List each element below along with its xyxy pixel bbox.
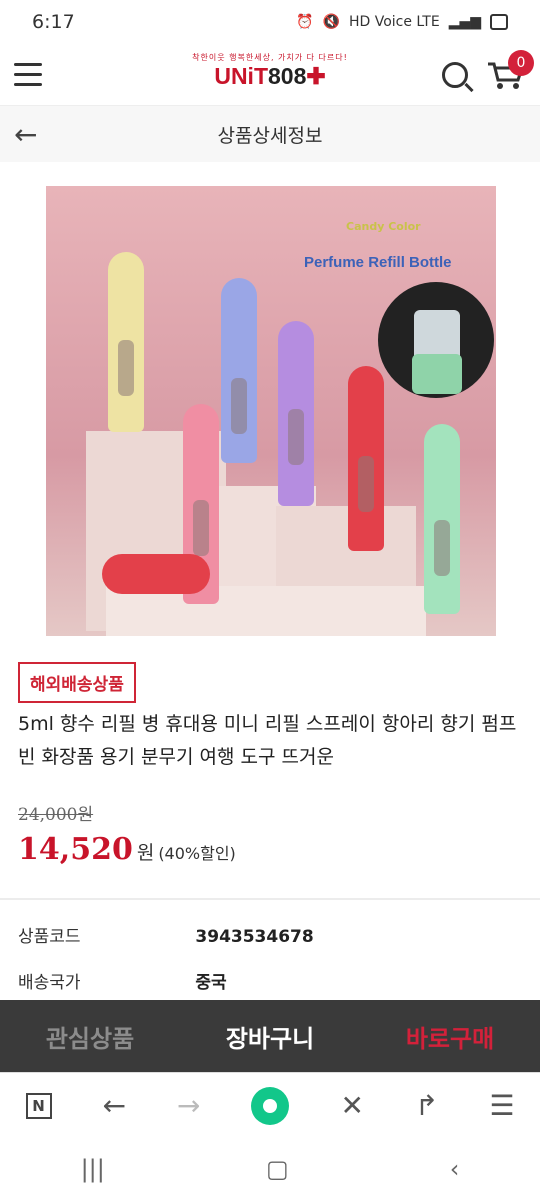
browser-menu-icon[interactable]: ☰ <box>489 1089 514 1122</box>
browser-toolbar: N ← → ✕ ↱ ☰ <box>0 1072 540 1138</box>
share-icon[interactable]: ↱ <box>415 1089 438 1122</box>
image-caption-small: Candy Color <box>346 220 421 233</box>
original-price: 24,000원 <box>18 805 94 825</box>
top-header: 착한이웃 행복한세상, 가치가 다 다르다! UNiT808✚ 0 <box>0 44 540 106</box>
status-bar: 6:17 ⏰ 🔇 HD Voice LTE ▂▄▆ <box>0 0 540 44</box>
site-logo[interactable]: 착한이웃 행복한세상, 가치가 다 다르다! UNiT808✚ <box>192 52 348 89</box>
overseas-shipping-badge: 해외배송상품 <box>18 662 136 703</box>
image-caption-main: Perfume Refill Bottle <box>304 254 452 271</box>
browser-forward-icon[interactable]: → <box>177 1089 200 1122</box>
spec-row-country: 배송국가 중국 <box>18 968 227 993</box>
recent-apps-icon[interactable]: ||| <box>81 1155 105 1183</box>
mute-icon: 🔇 <box>322 14 340 30</box>
alarm-icon: ⏰ <box>296 14 314 30</box>
home-icon[interactable]: ▢ <box>266 1155 289 1183</box>
buy-now-button[interactable]: 바로구매 <box>360 1019 540 1054</box>
browser-close-icon[interactable]: ✕ <box>340 1089 363 1122</box>
product-title: 5ml 향수 리필 병 휴대용 미니 리필 스프레이 항아리 향기 펌프 빈 화… <box>18 713 517 768</box>
menu-icon[interactable] <box>14 63 42 86</box>
sale-price: 14,520 <box>18 832 133 867</box>
sub-header: ← 상품상세정보 <box>0 106 540 162</box>
bottle-yellow <box>108 252 144 432</box>
spec-value: 3943534678 <box>195 927 314 947</box>
logo-tagline: 착한이웃 행복한세상, 가치가 다 다르다! <box>192 53 348 62</box>
bottle-purple <box>278 321 314 506</box>
add-to-cart-button[interactable]: 장바구니 <box>180 1019 360 1054</box>
bottle-blue <box>221 278 257 463</box>
system-back-icon[interactable]: ‹ <box>450 1155 460 1183</box>
naver-icon[interactable]: N <box>25 1092 52 1119</box>
spec-value: 중국 <box>195 973 227 993</box>
page-title: 상품상세정보 <box>217 124 323 147</box>
status-icons: ⏰ 🔇 HD Voice LTE ▂▄▆ <box>296 14 508 30</box>
wishlist-button[interactable]: 관심상품 <box>0 1019 180 1054</box>
currency-label: 원 <box>136 842 155 864</box>
search-icon[interactable] <box>442 61 468 88</box>
bottle-green <box>424 424 460 614</box>
sprayer-closeup <box>378 282 494 398</box>
logo-text: UNiT808✚ <box>214 63 326 89</box>
discount-label: (40%할인) <box>158 844 236 863</box>
divider <box>0 898 540 900</box>
spec-key: 상품코드 <box>18 927 81 947</box>
bottle-red <box>348 366 384 551</box>
cart-button[interactable]: 0 <box>486 49 534 90</box>
browser-home-icon[interactable] <box>251 1086 290 1125</box>
cart-count-badge: 0 <box>508 49 534 76</box>
back-arrow-icon[interactable]: ← <box>14 118 37 151</box>
bottle-red-lying <box>102 554 210 594</box>
browser-back-icon[interactable]: ← <box>103 1089 126 1122</box>
signal-icon: ▂▄▆ <box>448 14 481 30</box>
purchase-action-bar: 관심상품 장바구니 바로구매 <box>0 1000 540 1072</box>
battery-icon <box>490 14 508 30</box>
network-label: HD Voice LTE <box>348 14 440 30</box>
status-time: 6:17 <box>32 11 75 33</box>
product-image[interactable]: Candy Color Perfume Refill Bottle <box>46 186 496 636</box>
spec-key: 배송국가 <box>18 973 81 993</box>
sale-price-row: 14,520 원 (40%할인) <box>18 832 236 867</box>
spec-row-code: 상품코드 3943534678 <box>18 922 314 947</box>
system-navigation: ||| ▢ ‹ <box>0 1138 540 1200</box>
